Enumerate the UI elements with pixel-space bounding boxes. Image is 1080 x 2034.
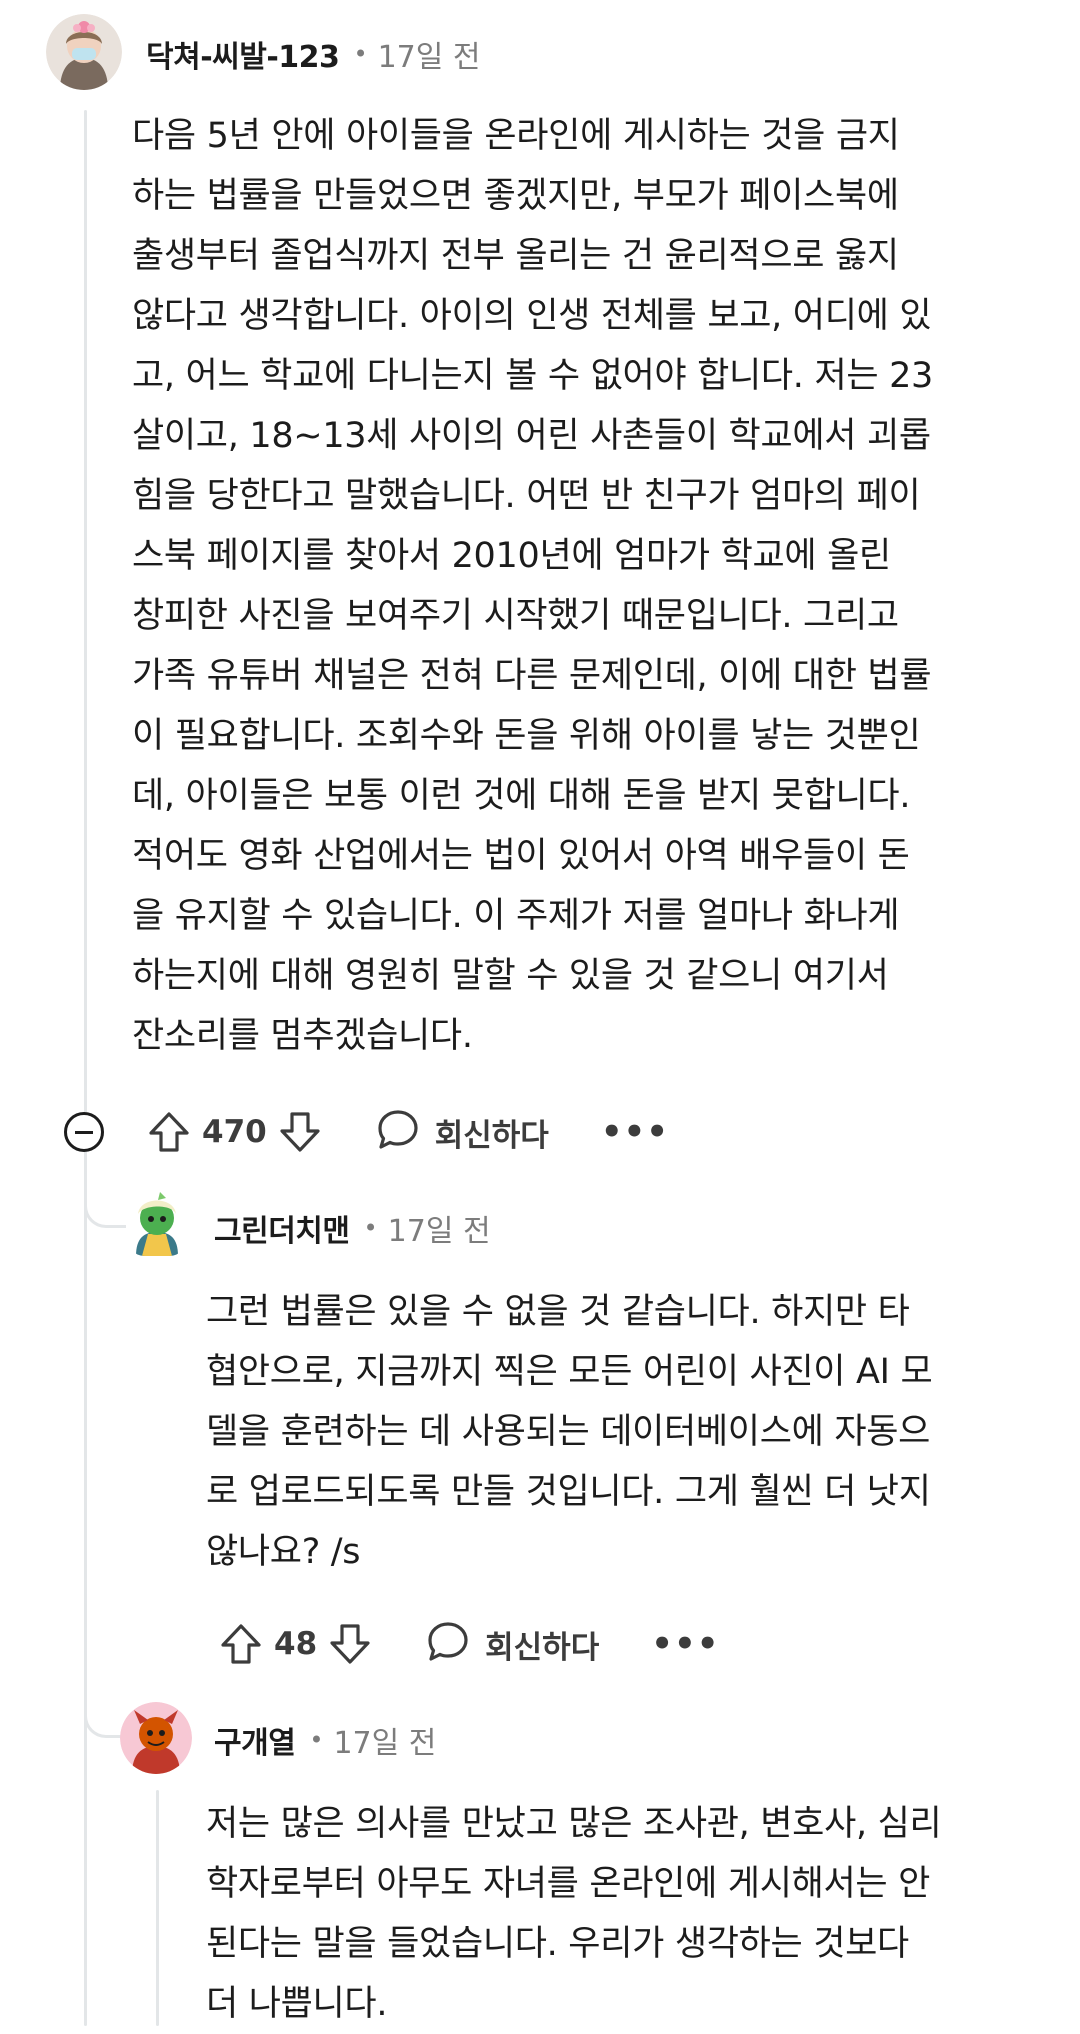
comment-body: 저는 많은 의사를 만났고 많은 조사관, 변호사, 심리 학자로부터 아무도 … bbox=[206, 1794, 942, 2034]
comment-line: 데, 아이들은 보통 이런 것에 대해 돈을 받지 못합니다. bbox=[132, 776, 911, 816]
username[interactable]: 닥쳐-씨발-123 bbox=[146, 32, 340, 76]
username[interactable]: 그린더치맨 bbox=[214, 1206, 350, 1250]
comment-line: 적어도 영화 산업에서는 법이 있어서 아역 배우들이 돈 bbox=[132, 836, 910, 876]
comment-meta: 구개열 • 17일 전 bbox=[214, 1718, 436, 1762]
comment-line: 된다는 말을 들었습니다. 우리가 생각하는 것보다 bbox=[206, 1924, 909, 1964]
thread-line-main bbox=[84, 110, 87, 2026]
speech-bubble-icon bbox=[425, 1619, 471, 1669]
timestamp: 17일 전 bbox=[333, 1726, 437, 1761]
thread-elbow-reply-1 bbox=[84, 1150, 129, 1228]
comment-meta: 그린더치맨 • 17일 전 bbox=[214, 1206, 491, 1250]
comment-line: 않다고 생각합니다. 아이의 인생 전체를 보고, 어디에 있 bbox=[132, 296, 932, 336]
separator-dot: • bbox=[363, 1214, 378, 1242]
comment-body: 그런 법률은 있을 수 없을 것 같습니다. 하지만 타 협안으로, 지금까지 … bbox=[206, 1282, 933, 1582]
downvote-arrow-icon[interactable] bbox=[327, 1621, 373, 1667]
separator-dot: • bbox=[309, 1726, 324, 1754]
comment-line: 창피한 사진을 보여주기 시작했기 때문입니다. 그리고 bbox=[132, 596, 899, 636]
comment-line: 살이고, 18~13세 사이의 어린 사촌들이 학교에서 괴롭 bbox=[132, 416, 931, 456]
comment-line: 을 유지할 수 있습니다. 이 주제가 저를 얼마나 화나게 bbox=[132, 896, 900, 936]
more-dots-icon[interactable]: ••• bbox=[651, 1624, 719, 1664]
comment-line: 저는 많은 의사를 만났고 많은 조사관, 변호사, 심리 bbox=[206, 1804, 942, 1844]
timestamp: 17일 전 bbox=[377, 40, 481, 75]
thread-line-reply-2 bbox=[156, 1790, 159, 2026]
reply-button[interactable]: 회신하다 bbox=[375, 1107, 549, 1157]
comment-line: 출생부터 졸업식까지 전부 올리는 건 윤리적으로 옳지 bbox=[132, 236, 899, 276]
comment-line: 하는지에 대해 영원히 말할 수 있을 것 같으니 여기서 bbox=[132, 956, 889, 996]
comment-line: 잔소리를 멈추겠습니다. bbox=[132, 1016, 473, 1056]
comment-line: 이 필요합니다. 조회수와 돈을 위해 아이를 낳는 것뿐인 bbox=[132, 716, 921, 756]
upvote-arrow-icon[interactable] bbox=[146, 1109, 192, 1155]
downvote-arrow-icon[interactable] bbox=[277, 1109, 323, 1155]
comment-body: 다음 5년 안에 아이들을 온라인에 게시하는 것을 금지 하는 법률을 만들었… bbox=[132, 106, 933, 1066]
comment-line: 더 나쁩니다. bbox=[206, 1984, 388, 2024]
comment-line: 다음 5년 안에 아이들을 온라인에 게시하는 것을 금지 bbox=[132, 116, 900, 156]
comment-line: 협안으로, 지금까지 찍은 모든 어린이 사진이 AI 모 bbox=[206, 1352, 933, 1392]
speech-bubble-icon bbox=[375, 1107, 421, 1157]
reply-label: 회신하다 bbox=[485, 1629, 600, 1666]
more-dots-icon[interactable]: ••• bbox=[601, 1112, 669, 1152]
comment-line: 가족 유튜버 채널은 전혀 다른 문제인데, 이에 대한 법률 bbox=[132, 656, 932, 696]
vote-score: 470 bbox=[202, 1114, 267, 1150]
comment-line: 힘을 당한다고 말했습니다. 어떤 반 친구가 엄마의 페이 bbox=[132, 476, 921, 516]
comment-line: 않나요? /s bbox=[206, 1532, 361, 1572]
comment-line: 로 업로드되도록 만들 것입니다. 그게 훨씬 더 낫지 bbox=[206, 1472, 931, 1512]
comment-line: 하는 법률을 만들었으면 좋겠지만, 부모가 페이스북에 bbox=[132, 176, 899, 216]
collapse-minus-icon[interactable] bbox=[64, 1112, 104, 1152]
reply-button[interactable]: 회신하다 bbox=[425, 1619, 599, 1669]
upvote-arrow-icon[interactable] bbox=[218, 1621, 264, 1667]
avatar[interactable] bbox=[126, 1188, 188, 1256]
comment-line: 그런 법률은 있을 수 없을 것 같습니다. 하지만 타 bbox=[206, 1292, 910, 1332]
comment-line: 델을 훈련하는 데 사용되는 데이터베이스에 자동으 bbox=[206, 1412, 931, 1452]
vote-score: 48 bbox=[274, 1626, 318, 1662]
username[interactable]: 구개열 bbox=[214, 1718, 296, 1762]
avatar[interactable] bbox=[120, 1702, 192, 1774]
comment-actions: 48 회신하다 ••• bbox=[218, 1614, 719, 1674]
comment-meta: 닥쳐-씨발-123 • 17일 전 bbox=[146, 32, 481, 76]
timestamp: 17일 전 bbox=[387, 1214, 491, 1249]
comment-actions: 470 회신하다 ••• bbox=[146, 1102, 669, 1162]
comment-line: 고, 어느 학교에 다니는지 볼 수 없어야 합니다. 저는 23 bbox=[132, 356, 934, 396]
comment-line: 스북 페이지를 찾아서 2010년에 엄마가 학교에 올린 bbox=[132, 536, 891, 576]
avatar[interactable] bbox=[46, 14, 122, 90]
reply-label: 회신하다 bbox=[434, 1117, 549, 1154]
comment-line: 학자로부터 아무도 자녀를 온라인에 게시해서는 안 bbox=[206, 1864, 931, 1904]
separator-dot: • bbox=[353, 40, 368, 68]
